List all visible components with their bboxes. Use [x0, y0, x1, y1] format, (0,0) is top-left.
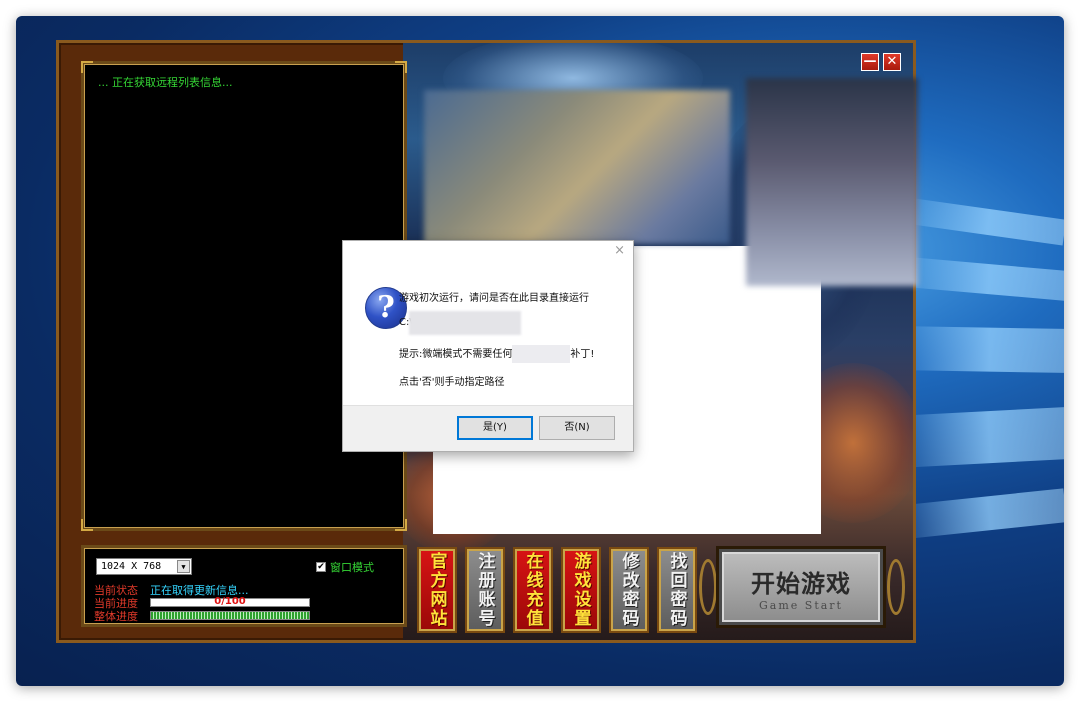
change-password-button[interactable]: 修改密码	[609, 547, 649, 633]
redacted-text	[512, 345, 571, 363]
minimize-button[interactable]: —	[861, 53, 879, 71]
change-password-label: 修改密码	[618, 552, 639, 628]
desktop-light-ray	[894, 256, 1064, 301]
dialog-close-icon[interactable]: ×	[614, 243, 625, 258]
online-recharge-label: 在线充值	[522, 552, 543, 628]
current-progress-text: 0/100	[214, 596, 246, 607]
dialog-button-bar: 是(Y) 否(N)	[343, 405, 633, 451]
game-settings-label: 游戏设置	[570, 552, 591, 628]
panel-corner-ornament	[81, 61, 93, 73]
online-recharge-button[interactable]: 在线充值	[513, 547, 553, 633]
desktop-window-frame: — ✕ ... 正在获取远程列表信息... 1024 X 768 ▼ ✔ 窗口模…	[16, 16, 1064, 686]
panel-corner-ornament	[395, 519, 407, 531]
panel-corner-ornament	[81, 519, 93, 531]
redacted-image-area	[746, 78, 918, 286]
desktop-light-ray	[895, 326, 1064, 373]
right-scroll-ornament	[887, 559, 905, 615]
panel-corner-ornament	[395, 61, 407, 73]
official-site-label: 官方网站	[426, 552, 447, 628]
chevron-down-icon[interactable]: ▼	[177, 560, 190, 573]
start-game-button[interactable]: 开始游戏 Game Start	[719, 549, 883, 625]
dialog-instruction-line: 点击'否'则手动指定路径	[399, 377, 505, 388]
yes-button[interactable]: 是(Y)	[457, 416, 533, 440]
register-account-button[interactable]: 注册账号	[465, 547, 505, 633]
left-scroll-ornament	[699, 559, 717, 615]
official-site-button[interactable]: 官方网站	[417, 547, 457, 633]
dialog-hint-suffix: 补丁!	[570, 349, 595, 360]
settings-status-panel: 1024 X 768 ▼ ✔ 窗口模式 当前状态 正在取得更新信息... 当前进…	[81, 545, 407, 627]
checkbox-check-icon[interactable]: ✔	[316, 562, 326, 572]
total-progress-fill	[151, 612, 309, 619]
recover-password-label: 找回密码	[666, 552, 687, 628]
recover-password-button[interactable]: 找回密码	[657, 547, 697, 633]
message-dialog: × ? 游戏初次运行，请问是否在此目录直接运行 C:\ 提示:微端模式不需要任何…	[342, 240, 634, 452]
game-settings-button[interactable]: 游戏设置	[561, 547, 601, 633]
resolution-value: 1024 X 768	[101, 561, 162, 572]
window-mode-checkbox[interactable]: ✔ 窗口模式	[316, 559, 374, 575]
dialog-message-line: 游戏初次运行，请问是否在此目录直接运行	[399, 293, 589, 304]
redacted-image-area	[424, 90, 730, 244]
window-mode-label: 窗口模式	[330, 561, 374, 574]
total-progress-bar	[150, 611, 310, 620]
desktop-light-ray	[894, 488, 1064, 540]
total-progress-label: 整体进度	[94, 610, 138, 623]
no-button[interactable]: 否(N)	[539, 416, 615, 440]
start-game-sub-label: Game Start	[759, 599, 843, 612]
desktop-light-ray	[894, 407, 1064, 468]
dialog-hint-prefix: 提示:微端模式不需要任何	[399, 349, 513, 360]
close-button[interactable]: ✕	[883, 53, 901, 71]
dialog-hint-line: 提示:微端模式不需要任何 补丁!	[399, 345, 594, 363]
start-game-label: 开始游戏	[751, 569, 851, 598]
log-text: ... 正在获取远程列表信息...	[98, 76, 233, 89]
desktop-light-ray	[894, 196, 1064, 246]
current-progress-bar: 0/100	[150, 596, 310, 607]
register-account-label: 注册账号	[474, 552, 495, 628]
redacted-path	[409, 311, 521, 335]
resolution-select[interactable]: 1024 X 768 ▼	[96, 558, 192, 575]
